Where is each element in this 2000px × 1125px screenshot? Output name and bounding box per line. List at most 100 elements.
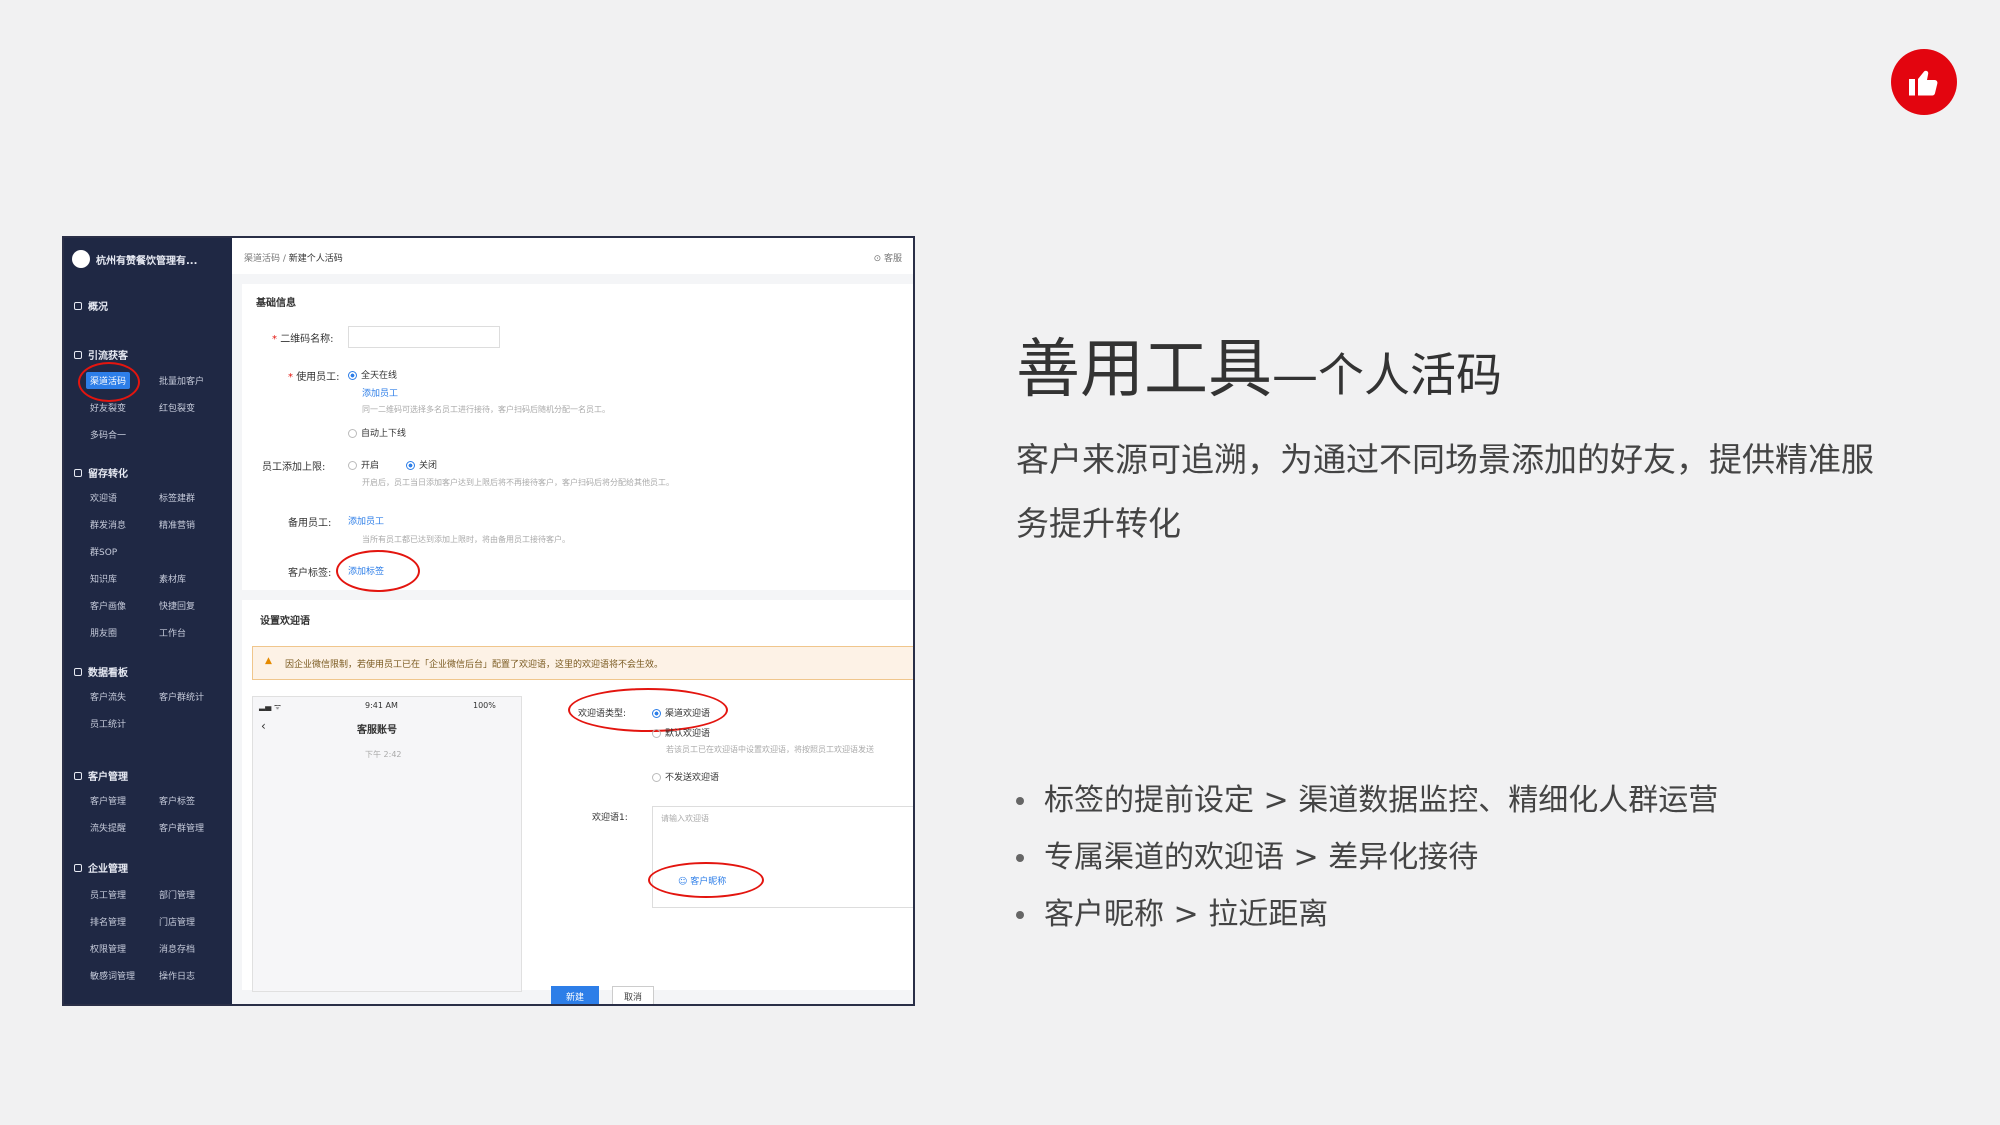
enterprise-icon	[74, 863, 82, 872]
sidebar-section-acquire[interactable]: 引流获客	[74, 347, 128, 362]
sidebar: 杭州有赞餐饮管理有... 概况 引流获客 渠道活码 批量加客户 好友裂变 红包裂…	[64, 238, 232, 1004]
radio-off	[652, 773, 661, 782]
sidebar-item[interactable]: 流失提醒	[90, 821, 126, 834]
welcome-opt-default[interactable]: 默认欢迎语	[652, 726, 710, 739]
staff-hint: 同一二维码可选择多名员工进行接待，客户扫码后随机分配一名员工。	[362, 405, 610, 414]
limit-on-option[interactable]: 开启	[348, 458, 379, 471]
sidebar-item[interactable]: 红包裂变	[159, 401, 195, 414]
phone-time: 9:41 AM	[365, 701, 398, 710]
sidebar-item[interactable]: 员工统计	[90, 717, 126, 730]
radio-on	[348, 371, 357, 380]
sidebar-item[interactable]: 敏感词管理	[90, 969, 135, 982]
radio-on	[406, 461, 415, 470]
sidebar-item[interactable]: 好友裂变	[90, 401, 126, 414]
highlight-ring	[78, 362, 140, 402]
slide-description: 客户来源可追溯，为通过不同场景添加的好友，提供精准服务提升转化	[1016, 440, 1874, 543]
create-button[interactable]: 新建	[551, 986, 599, 1004]
limit-label: 员工添加上限:	[262, 462, 326, 473]
staff-label: * 使用员工:	[288, 372, 340, 383]
sidebar-item[interactable]: 精准营销	[159, 518, 195, 531]
sidebar-item[interactable]: 群SOP	[90, 545, 117, 558]
breadcrumb: 渠道活码 / 新建个人活码	[244, 254, 343, 264]
overview-icon	[74, 301, 82, 310]
tag-label: 客户标签:	[288, 568, 332, 579]
sidebar-item[interactable]: 批量加客户	[159, 374, 204, 387]
retain-icon	[74, 468, 82, 477]
thumbs-up-icon	[1909, 70, 1938, 96]
add-staff-link[interactable]: 添加员工	[362, 386, 398, 399]
sidebar-item[interactable]: 快捷回复	[159, 599, 195, 612]
warning-banner: ▲ 因企业微信限制，若使用员工已在「企业微信后台」配置了欢迎语，这里的欢迎语将不…	[252, 646, 913, 680]
sidebar-section-customers[interactable]: 客户管理	[74, 768, 128, 783]
welcome-opt-none[interactable]: 不发送欢迎语	[652, 770, 719, 783]
form-area: 基础信息 * 二维码名称: * 使用员工: 全天在线 添加员工 同一二维码可选择…	[232, 274, 913, 1004]
welcome-placeholder: 请输入欢迎语	[661, 814, 709, 823]
bullet-dot	[1016, 796, 1024, 805]
sidebar-item[interactable]: 工作台	[159, 626, 186, 639]
phone-time-stamp: 下午 2:42	[365, 750, 402, 759]
add-backup-link[interactable]: 添加员工	[348, 514, 384, 527]
sidebar-item[interactable]: 素材库	[159, 572, 186, 585]
sidebar-item[interactable]: 权限管理	[90, 942, 126, 955]
basic-info-card: 基础信息 * 二维码名称: * 使用员工: 全天在线 添加员工 同一二维码可选择…	[242, 284, 913, 592]
cancel-button[interactable]: 取消	[612, 986, 654, 1004]
sidebar-item[interactable]: 知识库	[90, 572, 117, 585]
sidebar-item[interactable]: 欢迎语	[90, 491, 117, 504]
bullet-item: 客户昵称 > 拉近距离	[1016, 886, 1976, 943]
staff-option-all[interactable]: 全天在线	[348, 368, 397, 381]
bullet-item: 专属渠道的欢迎语 > 差异化接待	[1016, 829, 1976, 886]
sidebar-item[interactable]: 客户标签	[159, 794, 195, 807]
welcome-card: 设置欢迎语 ▲ 因企业微信限制，若使用员工已在「企业微信后台」配置了欢迎语，这里…	[242, 600, 913, 992]
sidebar-item[interactable]: 客户群管理	[159, 821, 204, 834]
sidebar-item[interactable]: 群发消息	[90, 518, 126, 531]
like-badge	[1891, 49, 1957, 115]
sidebar-item[interactable]: 员工管理	[90, 888, 126, 901]
section-title: 设置欢迎语	[260, 616, 310, 627]
top-bar: 渠道活码 / 新建个人活码 ⊙ 客服	[232, 238, 913, 275]
sidebar-item[interactable]: 操作日志	[159, 969, 195, 982]
data-icon	[74, 667, 82, 676]
bullet-dot	[1016, 853, 1024, 862]
sidebar-item[interactable]: 客户流失	[90, 690, 126, 703]
radio-off	[652, 729, 661, 738]
welcome-msg-label: 欢迎语1:	[592, 813, 628, 823]
sidebar-item[interactable]: 部门管理	[159, 888, 195, 901]
sidebar-item[interactable]: 标签建群	[159, 491, 195, 504]
limit-off-option[interactable]: 关闭	[406, 458, 437, 471]
sidebar-item[interactable]: 客户管理	[90, 794, 126, 807]
radio-off	[348, 461, 357, 470]
qr-name-input[interactable]	[348, 326, 500, 348]
help-icon: ⊙	[873, 254, 884, 264]
brand-name: 杭州有赞餐饮管理有...	[96, 255, 198, 267]
sidebar-section-enterprise[interactable]: 企业管理	[74, 860, 128, 875]
phone-battery: 100%	[473, 701, 496, 710]
bullet-dot	[1016, 910, 1024, 919]
sidebar-item[interactable]: 朋友圈	[90, 626, 117, 639]
welcome-default-hint: 若该员工已在欢迎语中设置欢迎语，将按照员工欢迎语发送	[666, 745, 874, 754]
customers-icon	[74, 771, 82, 780]
warning-icon: ▲	[265, 656, 272, 666]
title-main: 善用工具	[1016, 333, 1272, 407]
title-sub: —个人活码	[1272, 348, 1502, 402]
highlight-ring	[336, 550, 420, 592]
help-link[interactable]: ⊙ 客服	[874, 251, 902, 264]
sidebar-item[interactable]: 客户群统计	[159, 690, 204, 703]
limit-hint: 开启后，员工当日添加客户达到上限后将不再接待客户，客户扫码后将分配给其他员工。	[362, 478, 674, 487]
sidebar-item[interactable]: 客户画像	[90, 599, 126, 612]
sidebar-section-overview[interactable]: 概况	[74, 298, 108, 313]
sidebar-item[interactable]: 多码合一	[90, 428, 126, 441]
breadcrumb-current: 新建个人活码	[288, 254, 343, 264]
breadcrumb-parent[interactable]: 渠道活码	[244, 254, 280, 264]
sidebar-item[interactable]: 消息存档	[159, 942, 195, 955]
sidebar-section-retain[interactable]: 留存转化	[74, 465, 128, 480]
radio-off	[348, 429, 357, 438]
sidebar-section-data[interactable]: 数据看板	[74, 664, 128, 679]
staff-option-auto[interactable]: 自动上下线	[348, 426, 406, 439]
signal-icon: ▂▄ ᯤ	[259, 702, 282, 711]
sidebar-item[interactable]: 排名管理	[90, 915, 126, 928]
brand-logo	[72, 250, 90, 268]
sidebar-item[interactable]: 门店管理	[159, 915, 195, 928]
acquire-icon	[74, 350, 82, 359]
brand: 杭州有赞餐饮管理有...	[72, 248, 232, 270]
section-title: 基础信息	[256, 298, 296, 309]
